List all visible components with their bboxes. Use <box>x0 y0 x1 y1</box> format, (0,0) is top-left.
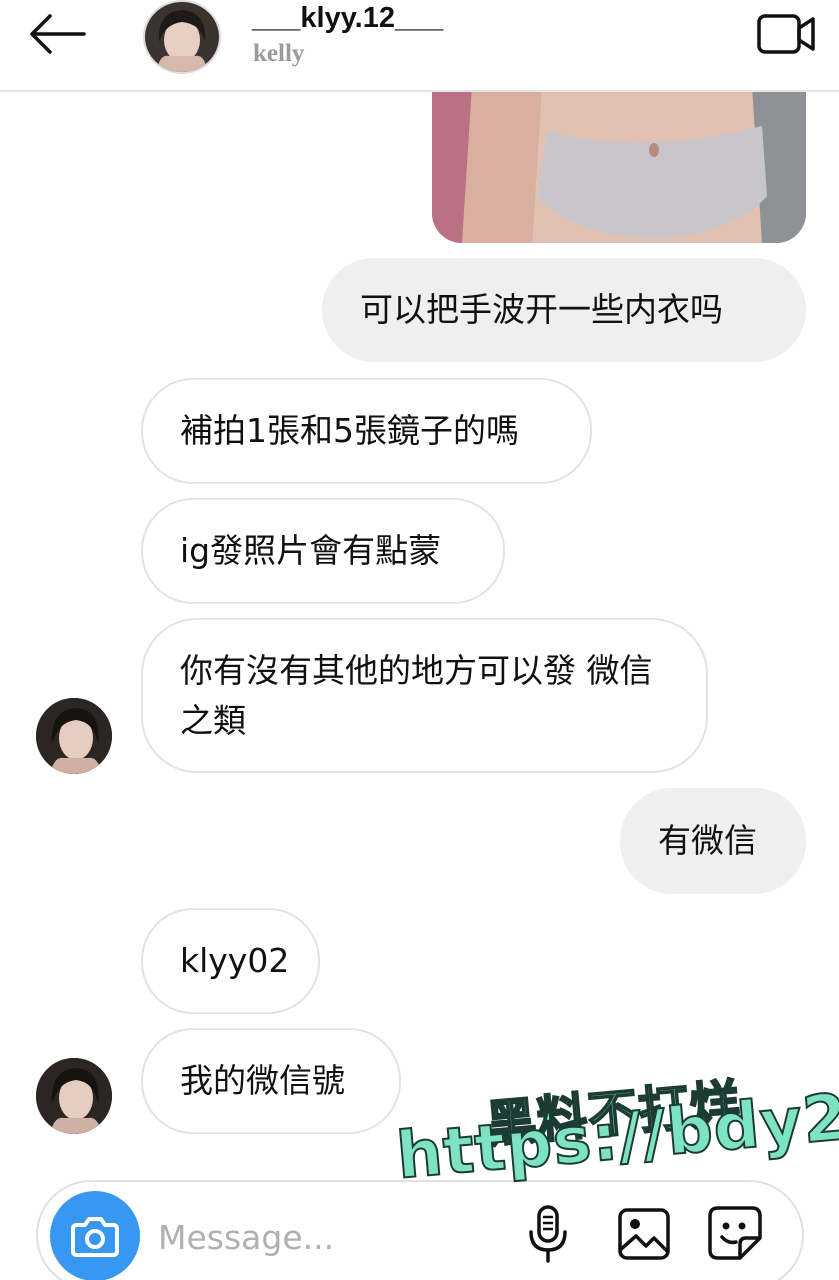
camera-icon <box>71 1217 119 1257</box>
message-incoming[interactable]: klyy02 <box>141 908 320 1014</box>
sender-avatar[interactable] <box>36 1058 112 1134</box>
video-call-button[interactable] <box>755 10 819 58</box>
message-text: 有微信 <box>658 821 757 860</box>
message-text: 我的微信號 <box>180 1061 345 1100</box>
back-button[interactable] <box>22 10 90 58</box>
message-text: klyy02 <box>180 941 290 980</box>
shared-photo[interactable] <box>432 86 806 243</box>
image-icon <box>618 1208 670 1260</box>
username-title[interactable]: ___klyy.12___ <box>252 2 443 35</box>
chat-screen: ___klyy.12___ kelly 可以把手波开一些内衣吗 補拍1張和5張鏡… <box>0 0 839 1280</box>
message-incoming[interactable]: 我的微信號 <box>141 1028 401 1134</box>
gallery-button[interactable] <box>616 1206 672 1262</box>
message-text: 補拍1張和5張鏡子的嗎 <box>180 411 519 450</box>
sticker-button[interactable] <box>706 1204 764 1262</box>
message-incoming[interactable]: 補拍1張和5張鏡子的嗎 <box>141 378 592 484</box>
message-text: 可以把手波开一些内衣吗 <box>360 290 723 329</box>
chat-header: ___klyy.12___ kelly <box>0 0 839 92</box>
photo-content <box>432 86 806 243</box>
profile-photo <box>36 1058 112 1134</box>
message-incoming[interactable]: 你有沒有其他的地方可以發 微信之類 <box>141 618 708 773</box>
message-input[interactable] <box>158 1202 498 1272</box>
voice-button[interactable] <box>526 1204 570 1264</box>
video-camera-icon <box>757 14 815 54</box>
arrow-left-icon <box>30 14 86 54</box>
message-text: 你有沒有其他的地方可以發 微信之類 <box>180 650 653 740</box>
message-outgoing[interactable]: 有微信 <box>620 788 806 894</box>
header-avatar[interactable] <box>143 0 221 74</box>
message-composer <box>36 1180 804 1280</box>
profile-photo <box>145 2 219 72</box>
profile-photo <box>36 698 112 774</box>
display-name: kelly <box>253 40 305 67</box>
sender-avatar[interactable] <box>36 698 112 774</box>
message-incoming[interactable]: ig發照片會有點蒙 <box>141 498 505 604</box>
sticker-icon <box>708 1206 762 1260</box>
camera-button[interactable] <box>50 1191 140 1280</box>
message-text: ig發照片會有點蒙 <box>180 531 442 570</box>
message-outgoing[interactable]: 可以把手波开一些内衣吗 <box>322 258 806 362</box>
microphone-icon <box>529 1205 567 1263</box>
